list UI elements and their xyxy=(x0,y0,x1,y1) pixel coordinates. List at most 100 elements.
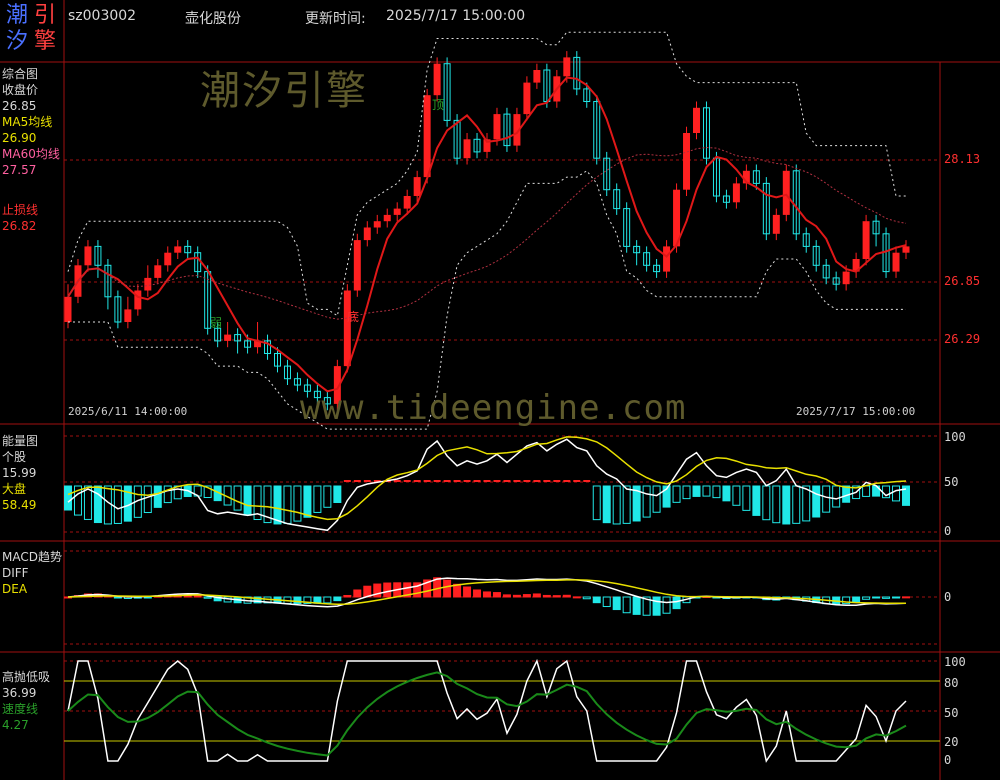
energy-bar xyxy=(583,480,591,482)
stop-value: 26.82 xyxy=(2,219,37,233)
gpdx-tick-80: 80 xyxy=(944,676,959,690)
macd-bar xyxy=(492,592,501,598)
ma5-value: 26.90 xyxy=(2,131,37,145)
energy-bar xyxy=(513,480,521,482)
ma5-line xyxy=(67,76,907,393)
candle-body xyxy=(533,70,541,83)
energy-bar xyxy=(473,480,481,482)
macd-bar xyxy=(572,596,581,599)
candle-body xyxy=(732,183,740,203)
upper-band xyxy=(67,31,906,317)
bottom-marker: 底 xyxy=(347,310,360,324)
macd-bar xyxy=(872,596,881,599)
macd-bar xyxy=(612,596,621,611)
main-panel-legend: 综合图 收盘价 26.85 MA5均线 26.90 MA60均线 27.57 止… xyxy=(2,66,60,234)
energy-bar xyxy=(273,485,282,525)
energy-bar xyxy=(153,485,162,508)
gpdx-value: 36.99 xyxy=(2,686,37,700)
macd-bar xyxy=(463,586,472,598)
candle-body xyxy=(174,246,182,253)
macd-bar xyxy=(473,589,482,598)
watermark-brand: 潮汐引擎 xyxy=(200,68,368,114)
candle-body xyxy=(353,240,361,291)
macd-panel-legend: MACD趋势 DIFF DEA xyxy=(2,549,62,597)
energy-tick-0: 0 xyxy=(944,524,952,538)
energy-bar xyxy=(772,485,781,524)
energy-bar xyxy=(113,485,122,524)
candle-body xyxy=(683,133,691,190)
ma60-line xyxy=(67,146,907,320)
ma60-label: MA60均线 xyxy=(2,147,60,161)
energy-bar xyxy=(423,480,431,482)
energy-bar xyxy=(732,485,741,506)
energy-bar xyxy=(782,485,791,525)
stock-name: 壶化股份 xyxy=(185,11,241,27)
end-date: 2025/7/17 15:00:00 xyxy=(796,405,916,418)
logo-char-1: 潮 xyxy=(6,3,29,28)
stock-value: 15.99 xyxy=(2,466,37,480)
energy-bar xyxy=(602,485,611,524)
energy-bar xyxy=(533,480,541,482)
price-tick-3: 26.29 xyxy=(944,332,981,346)
gpdx-title: 高抛低吸 xyxy=(2,670,51,684)
energy-bar xyxy=(103,485,112,525)
energy-bar xyxy=(742,485,751,511)
candle-body xyxy=(782,170,790,215)
macd-bar xyxy=(203,596,212,599)
candle-body xyxy=(772,214,780,234)
macd-bar xyxy=(512,594,521,598)
energy-bar xyxy=(642,485,651,518)
gpdx-panel-legend: 高抛低吸 36.99 速度线 4.27 xyxy=(2,669,50,733)
macd-bar xyxy=(652,596,661,616)
candle-body xyxy=(144,277,152,291)
energy-bar xyxy=(463,480,471,482)
energy-bar xyxy=(563,480,571,482)
macd-bar xyxy=(902,596,910,599)
macd-bar xyxy=(522,594,531,598)
energy-bar xyxy=(822,485,831,513)
macd-bar xyxy=(353,589,362,598)
energy-bar xyxy=(233,485,242,511)
stop-label: 止损线 xyxy=(2,203,39,217)
candle-body xyxy=(373,221,381,228)
update-label: 更新时间: xyxy=(305,11,366,27)
market-label: 大盘 xyxy=(2,482,27,496)
candle-body xyxy=(423,95,431,178)
energy-bar xyxy=(333,485,342,504)
energy-bar xyxy=(812,485,821,518)
macd-bar xyxy=(622,596,631,614)
energy-bar xyxy=(243,485,252,516)
energy-bar xyxy=(553,480,561,482)
candle-body xyxy=(124,309,132,322)
macd-bar xyxy=(882,596,891,599)
app-logo: 潮 引 汐 擎 xyxy=(4,4,60,56)
gpdx-tick-50: 50 xyxy=(944,706,959,720)
energy-bar xyxy=(792,485,801,524)
watermark-url: www.tideengine.com xyxy=(300,388,687,428)
energy-bar xyxy=(752,485,761,516)
macd-bar xyxy=(542,594,551,598)
energy-tick-50: 50 xyxy=(944,475,959,489)
macd-tick-0: 0 xyxy=(944,590,952,604)
logo-char-2: 引 xyxy=(34,3,57,28)
energy-bar xyxy=(702,485,711,497)
macd-bar xyxy=(672,596,681,610)
candle-body xyxy=(523,82,531,115)
energy-bar xyxy=(802,485,811,522)
macd-bar xyxy=(502,594,511,598)
candle-body xyxy=(433,63,441,96)
energy-bar xyxy=(892,485,901,502)
energy-bar xyxy=(363,480,371,482)
candle-body xyxy=(493,114,501,140)
macd-bar xyxy=(383,582,392,598)
energy-tick-100: 100 xyxy=(944,430,966,444)
energy-bar xyxy=(143,485,152,514)
candle-body xyxy=(413,177,421,196)
candle-body xyxy=(663,246,671,272)
energy-bar xyxy=(303,485,312,518)
energy-bar xyxy=(313,485,322,513)
energy-bar xyxy=(543,480,551,482)
macd-bar xyxy=(632,596,641,615)
macd-bar xyxy=(343,594,352,598)
energy-bar xyxy=(832,485,841,508)
